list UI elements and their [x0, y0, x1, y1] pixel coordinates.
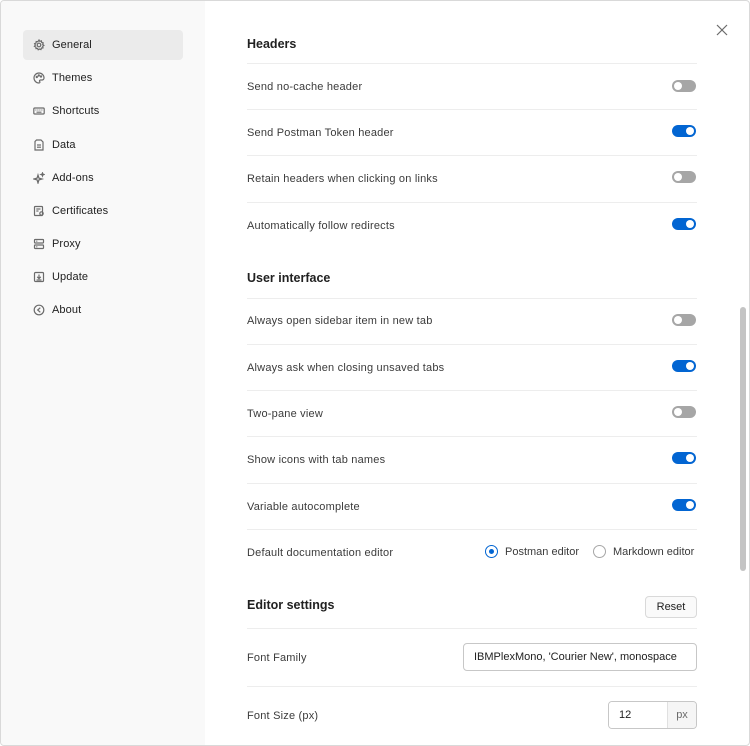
close-button[interactable]: [715, 23, 729, 37]
proxy-icon: [33, 238, 45, 250]
divider: [247, 628, 697, 629]
radio-markdown-editor[interactable]: Markdown editor: [592, 545, 695, 558]
row-label-retain-headers: Retain headers when clicking on links: [247, 173, 438, 185]
row-label-tab-icons: Show icons with tab names: [247, 454, 386, 466]
sidebar-item-about[interactable]: About: [23, 295, 183, 325]
sidebar-item-proxy[interactable]: Proxy: [23, 229, 183, 259]
section-title-user-interface: User interface: [247, 271, 331, 285]
toggle-variable-autocomplete[interactable]: [672, 499, 696, 511]
row-label-sidebar-new-tab: Always open sidebar item in new tab: [247, 315, 433, 327]
toggle-no-cache[interactable]: [672, 80, 696, 92]
data-icon: [34, 139, 44, 151]
divider: [247, 483, 697, 484]
reset-button[interactable]: Reset: [645, 596, 697, 618]
sidebar-item-label: About: [52, 304, 82, 316]
divider: [247, 298, 697, 299]
divider: [247, 529, 697, 530]
settings-sidebar: General Themes Shortcuts Data Add-ons Ce…: [1, 1, 205, 745]
close-icon: [716, 24, 728, 36]
sidebar-item-add-ons[interactable]: Add-ons: [23, 163, 183, 193]
radio-button[interactable]: [592, 545, 606, 558]
gear-icon: [33, 39, 45, 51]
sidebar-item-update[interactable]: Update: [23, 262, 183, 292]
sparkle-icon: [33, 172, 45, 184]
radio-postman-editor[interactable]: Postman editor: [485, 545, 579, 558]
scrollbar-thumb[interactable]: [740, 307, 746, 571]
sidebar-item-label: Update: [52, 271, 89, 283]
row-label-font-size: Font Size (px): [247, 710, 319, 722]
divider: [247, 155, 697, 156]
sidebar-item-label: Themes: [52, 72, 93, 84]
divider: [247, 63, 697, 64]
radio-label: Postman editor: [505, 545, 579, 558]
row-label-font-family: Font Family: [247, 652, 307, 664]
row-label-two-pane: Two-pane view: [247, 408, 323, 420]
section-title-editor-settings: Editor settings: [247, 598, 335, 612]
toggle-follow-redirects[interactable]: [672, 218, 696, 230]
divider: [247, 109, 697, 110]
sidebar-item-shortcuts[interactable]: Shortcuts: [23, 96, 183, 126]
toggle-ask-unsaved[interactable]: [672, 360, 696, 372]
sidebar-item-general[interactable]: General: [23, 30, 183, 60]
palette-icon: [33, 72, 45, 84]
sidebar-item-label: Shortcuts: [52, 105, 100, 117]
sidebar-item-label: General: [52, 39, 92, 51]
font-size-input[interactable]: [609, 702, 667, 728]
row-label-follow-redirects: Automatically follow redirects: [247, 220, 395, 232]
doc-editor-radio-group: Postman editor Markdown editor: [485, 545, 694, 558]
font-size-unit: px: [667, 702, 696, 728]
divider: [247, 202, 697, 203]
row-label-postman-token: Send Postman Token header: [247, 127, 394, 139]
section-title-headers: Headers: [247, 37, 297, 51]
toggle-tab-icons[interactable]: [672, 452, 696, 464]
certificate-icon: [33, 205, 44, 217]
row-label-no-cache: Send no-cache header: [247, 81, 363, 93]
keyboard-icon: [33, 107, 45, 115]
sidebar-item-certificates[interactable]: Certificates: [23, 196, 183, 226]
sidebar-item-label: Proxy: [52, 238, 81, 250]
radio-label: Markdown editor: [612, 545, 695, 558]
row-label-doc-editor: Default documentation editor: [247, 547, 394, 559]
font-family-input[interactable]: [463, 643, 697, 671]
row-label-variable-autocomplete: Variable autocomplete: [247, 501, 360, 513]
toggle-sidebar-new-tab[interactable]: [672, 314, 696, 326]
about-icon: [33, 304, 45, 316]
divider: [247, 436, 697, 437]
divider: [247, 344, 697, 345]
sidebar-item-label: Certificates: [52, 205, 109, 217]
toggle-two-pane[interactable]: [672, 406, 696, 418]
sidebar-item-label: Add-ons: [52, 172, 94, 184]
toggle-retain-headers[interactable]: [672, 171, 696, 183]
divider: [247, 686, 697, 687]
toggle-postman-token[interactable]: [672, 125, 696, 137]
radio-button-checked[interactable]: [485, 545, 498, 558]
settings-modal: General Themes Shortcuts Data Add-ons Ce…: [0, 0, 750, 746]
sidebar-item-data[interactable]: Data: [23, 130, 183, 160]
font-size-field: px: [608, 701, 697, 729]
sidebar-item-themes[interactable]: Themes: [23, 63, 183, 93]
row-label-ask-unsaved: Always ask when closing unsaved tabs: [247, 362, 445, 374]
divider: [247, 390, 697, 391]
download-icon: [33, 271, 45, 283]
sidebar-item-label: Data: [52, 139, 76, 151]
